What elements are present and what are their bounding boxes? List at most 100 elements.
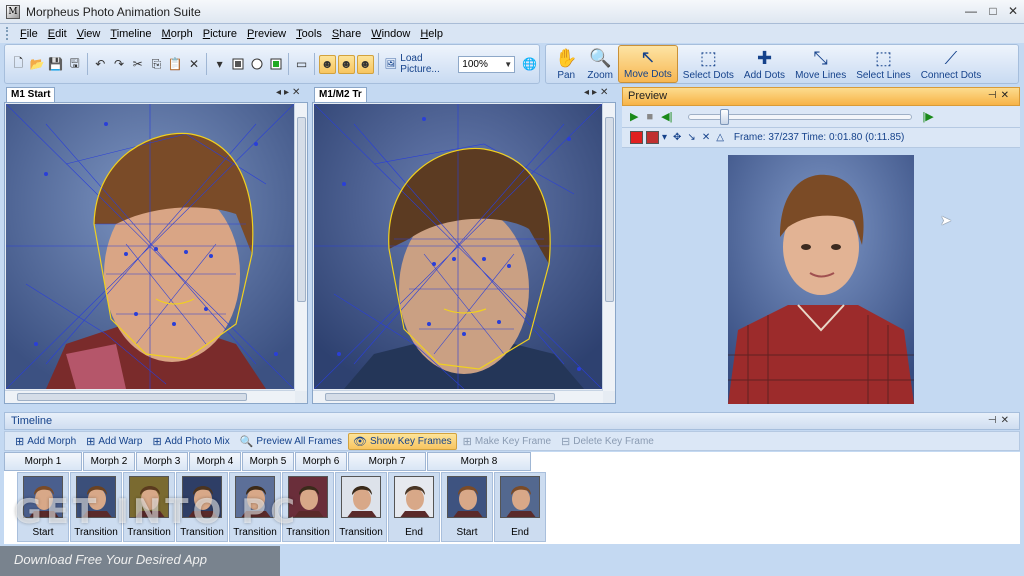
connect-dots-button[interactable]: ⟋ Connect Dots <box>916 45 987 83</box>
transition-photo-mesh[interactable] <box>314 104 602 389</box>
menu-tools[interactable]: Tools <box>291 28 327 40</box>
select-dots-button[interactable]: ⬚ Select Dots <box>678 45 739 83</box>
cross-icon[interactable]: ✕ <box>702 132 710 143</box>
zoom-button[interactable]: 🔍 Zoom <box>582 45 618 83</box>
horizontal-scrollbar[interactable] <box>313 390 603 403</box>
save-icon[interactable]: 💾 <box>48 55 65 74</box>
morph-header-8[interactable]: Morph 8 <box>427 452 531 471</box>
menu-timeline[interactable]: Timeline <box>105 28 156 40</box>
cut-icon[interactable]: ✂ <box>129 55 146 74</box>
forward-icon[interactable]: |▶ <box>922 110 933 123</box>
move-dots-button[interactable]: ↖ Move Dots <box>617 45 678 83</box>
toolbar-separator <box>288 53 290 75</box>
timeline-toolbar: ⊞ Add Morph ⊞ Add Warp ⊞ Add Photo Mix 🔍 Pre… <box>4 431 1020 451</box>
scroll-thumb[interactable] <box>297 117 306 302</box>
menu-preview[interactable]: Preview <box>242 28 291 40</box>
view-a-icon[interactable]: ☻ <box>318 54 336 74</box>
frame-cell[interactable]: End <box>388 472 440 542</box>
morph-header-5[interactable]: Morph 5 <box>242 452 294 471</box>
scroll-thumb[interactable] <box>17 393 247 401</box>
morph-header-1[interactable]: Morph 1 <box>4 452 82 471</box>
zoom-select[interactable]: 100% ▼ <box>458 55 516 73</box>
vertical-scrollbar[interactable] <box>602 103 615 391</box>
delete-key-frame-button[interactable]: ⊟ Delete Key Frame <box>557 433 658 450</box>
frame-cell[interactable]: Start <box>441 472 493 542</box>
minimize-button[interactable]: — <box>960 2 982 20</box>
globe-icon[interactable]: 🌐 <box>521 55 538 74</box>
preview-all-frames-button[interactable]: 🔍 Preview All Frames <box>236 433 346 450</box>
move-lines-button[interactable]: ⤡ Move Lines <box>790 45 851 83</box>
save-all-icon[interactable]: 🖫 <box>66 55 83 74</box>
play-icon[interactable]: ▶ <box>630 110 638 123</box>
close-button[interactable]: ✕ <box>1002 2 1024 20</box>
mouse-cursor-icon: ➤ <box>940 212 952 228</box>
load-picture-button[interactable]: 🖼 Load Picture... <box>382 53 459 75</box>
copy-icon[interactable]: ⎘ <box>148 55 165 74</box>
vertical-scrollbar[interactable] <box>294 103 307 391</box>
connect-dots-icon: ⟋ <box>944 48 958 68</box>
frame-thumbnail <box>500 476 540 518</box>
rewind-icon[interactable]: ◀| <box>661 110 672 123</box>
screen-icon[interactable]: ▭ <box>293 55 310 74</box>
undo-icon[interactable]: ↶ <box>92 55 109 74</box>
delete-icon[interactable]: ✕ <box>186 55 203 74</box>
maximize-button[interactable]: □ <box>982 2 1004 20</box>
move-icon[interactable]: ✥ <box>673 132 681 143</box>
menu-picture[interactable]: Picture <box>198 28 242 40</box>
pin-close-icon[interactable]: ⊣✕ <box>988 415 1013 426</box>
tab-m1-start[interactable]: M1 Start <box>6 87 56 102</box>
pin-close-icon[interactable]: ⊣✕ <box>988 90 1013 101</box>
doc-pane-start[interactable] <box>4 102 308 404</box>
doc1-controls[interactable]: ◂▸✕ <box>276 87 303 98</box>
color-red-icon[interactable] <box>630 131 643 144</box>
triangle-icon[interactable]: △ <box>716 132 724 143</box>
tab-m1-m2-transition[interactable]: M1/M2 Tr <box>314 87 367 102</box>
redo-icon[interactable]: ↷ <box>111 55 128 74</box>
stop-icon[interactable]: ■ <box>646 111 653 123</box>
frame-cell[interactable]: End <box>494 472 546 542</box>
color-picker-icon[interactable] <box>646 131 659 144</box>
open-icon[interactable]: 📂 <box>29 55 46 74</box>
toolbar-separator <box>87 53 88 75</box>
make-key-frame-button[interactable]: ⊞ Make Key Frame <box>459 433 555 450</box>
menu-file[interactable]: File <box>15 28 43 40</box>
morph-header-6[interactable]: Morph 6 <box>295 452 347 471</box>
horizontal-scrollbar[interactable] <box>5 390 295 403</box>
paste-icon[interactable]: 📋 <box>167 55 184 74</box>
add-morph-button[interactable]: ⊞ Add Morph <box>11 433 80 450</box>
add-photo-mix-button[interactable]: ⊞ Add Photo Mix <box>148 433 233 450</box>
menu-morph[interactable]: Morph <box>157 28 198 40</box>
doc2-controls[interactable]: ◂▸✕ <box>584 87 611 98</box>
color-tool-icon[interactable] <box>268 55 285 74</box>
morph-header-3[interactable]: Morph 3 <box>136 452 188 471</box>
scroll-thumb[interactable] <box>325 393 555 401</box>
morph-header-7[interactable]: Morph 7 <box>348 452 426 471</box>
slider-knob[interactable] <box>720 108 730 125</box>
rect-tool-icon[interactable] <box>230 55 247 74</box>
view-c-icon[interactable]: ☻ <box>356 54 374 74</box>
show-key-frames-button[interactable]: 👁 Show Key Frames <box>348 432 457 450</box>
morph-header-2[interactable]: Morph 2 <box>83 452 135 471</box>
frame-cell[interactable]: Transition <box>335 472 387 542</box>
add-warp-button[interactable]: ⊞ Add Warp <box>82 433 146 450</box>
start-photo-mesh[interactable] <box>6 104 294 389</box>
menu-help[interactable]: Help <box>415 28 448 40</box>
pointer-icon[interactable]: ↘ <box>687 132 695 143</box>
select-lines-button[interactable]: ⬚ Select Lines <box>851 45 915 83</box>
doc-pane-transition[interactable] <box>312 102 616 404</box>
fill-icon[interactable]: ▾ <box>211 55 228 74</box>
chevron-down-icon[interactable]: ▾ <box>662 132 667 143</box>
scroll-thumb[interactable] <box>605 117 614 302</box>
add-dots-button[interactable]: ✚ Add Dots <box>739 45 790 83</box>
morph-header-4[interactable]: Morph 4 <box>189 452 241 471</box>
menu-window[interactable]: Window <box>366 28 415 40</box>
ellipse-tool-icon[interactable] <box>249 55 266 74</box>
view-b-icon[interactable]: ☻ <box>337 54 355 74</box>
pan-button[interactable]: ✋ Pan <box>550 45 582 83</box>
menu-view[interactable]: View <box>72 28 106 40</box>
add-warp-label: Add Warp <box>98 435 143 447</box>
menu-edit[interactable]: Edit <box>43 28 72 40</box>
new-icon[interactable]: 🗋 <box>10 55 27 74</box>
menu-share[interactable]: Share <box>327 28 366 40</box>
playback-slider[interactable] <box>688 108 913 125</box>
